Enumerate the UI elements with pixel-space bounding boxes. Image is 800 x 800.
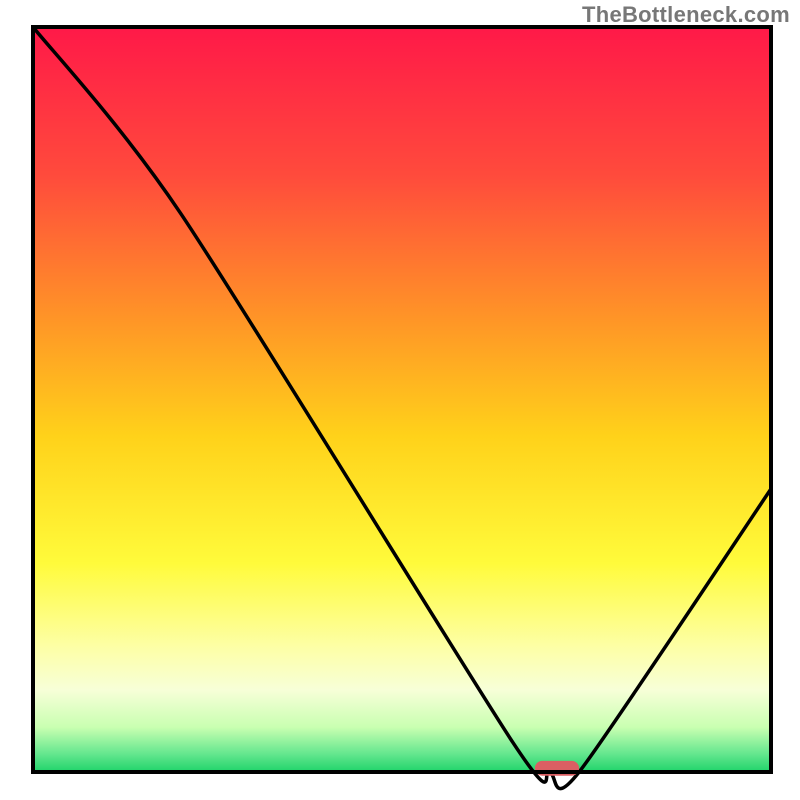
watermark-text: TheBottleneck.com (582, 2, 790, 28)
chart-background-gradient (33, 27, 771, 772)
chart-container: TheBottleneck.com (0, 0, 800, 800)
bottleneck-chart (0, 0, 800, 800)
